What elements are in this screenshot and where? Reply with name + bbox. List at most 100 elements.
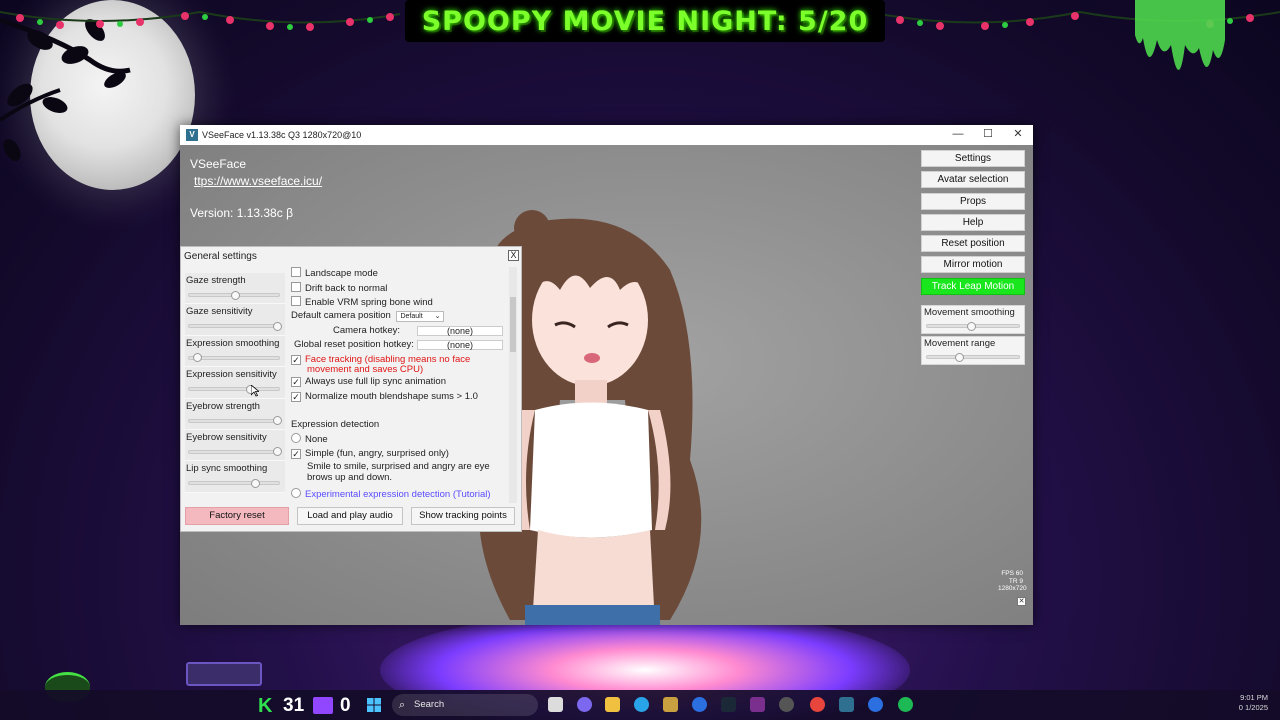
avatar-viewport[interactable]: VSeeFace ttps://www.vseeface.icu/ Versio… (180, 145, 1033, 625)
movement-range-slider[interactable]: Movement range (921, 336, 1025, 366)
close-button[interactable]: ✕ (1003, 125, 1033, 145)
camera-position-select[interactable]: Default ⌄ (396, 311, 445, 322)
camera-hotkey-field[interactable]: (none) (417, 326, 503, 336)
slider-knob[interactable] (272, 416, 282, 426)
general-settings-panel: General settings X Gaze strength Gaze se… (180, 246, 522, 532)
slider-track[interactable] (188, 481, 280, 486)
edge-icon[interactable] (634, 697, 649, 712)
help-button[interactable]: Help (921, 213, 1025, 231)
slider-track[interactable] (188, 387, 280, 392)
option-label: Landscape mode (305, 268, 378, 279)
full-lip-sync-option[interactable]: ✓ Always use full lip sync animation (291, 376, 446, 387)
checkbox[interactable] (291, 267, 301, 277)
props-button[interactable]: Props (921, 192, 1025, 210)
slider-knob[interactable] (250, 478, 260, 488)
event-banner: SPOOPY MOVIE NIGHT: 5/20 (405, 0, 885, 42)
slider-label: Eyebrow strength (186, 400, 260, 412)
expression-smoothing-slider[interactable]: Expression smoothing (185, 335, 285, 368)
clock-date: 0 1/2025 (1238, 703, 1268, 712)
title-bar[interactable]: V VSeeFace v1.13.38c Q3 1280x720@10 — ☐ … (180, 125, 1033, 145)
expression-sensitivity-slider[interactable]: Expression sensitivity (185, 367, 285, 399)
expression-none-option[interactable]: None (291, 433, 328, 445)
radio-button[interactable] (291, 433, 301, 443)
landscape-mode-option[interactable]: Landscape mode (291, 267, 378, 279)
reset-position-button[interactable]: Reset position (921, 235, 1025, 253)
slider-knob[interactable] (231, 290, 241, 300)
checkbox[interactable] (291, 296, 301, 306)
slider-knob[interactable] (272, 321, 282, 331)
vseeface-taskbar-icon[interactable] (839, 697, 854, 712)
fps-readout: FPS 60 (1001, 570, 1023, 577)
slider-track[interactable] (188, 355, 280, 360)
slider-label: Expression sensitivity (186, 369, 277, 381)
steam-icon[interactable] (721, 697, 736, 712)
movement-range-label: Movement range (924, 338, 996, 350)
expression-simple-option[interactable]: ✓ Simple (fun, angry, surprised only) (291, 448, 449, 459)
maximize-button[interactable]: ☐ (973, 125, 1003, 145)
option-label[interactable]: Experimental expression detection (Tutor… (305, 489, 491, 500)
twitch-icon (313, 697, 333, 714)
drift-back-option[interactable]: Drift back to normal (291, 282, 387, 294)
face-tracking-note: movement and saves CPU) (307, 364, 424, 375)
minimize-button[interactable]: — (943, 125, 973, 145)
slider-label: Lip sync smoothing (186, 463, 268, 475)
checkbox[interactable]: ✓ (291, 392, 301, 402)
reset-hotkey-field[interactable]: (none) (417, 340, 503, 350)
gaze-sensitivity-slider[interactable]: Gaze sensitivity (185, 304, 285, 336)
slider-knob[interactable] (966, 321, 976, 331)
avatar-selection-button[interactable]: Avatar selection (921, 171, 1025, 189)
viewer-count: 31 (283, 695, 305, 716)
movement-smoothing-slider[interactable]: Movement smoothing (921, 305, 1025, 335)
app-blue-icon[interactable] (692, 697, 707, 712)
slider-track[interactable] (188, 324, 280, 329)
expression-experimental-option[interactable]: Experimental expression detection (Tutor… (291, 488, 491, 500)
app-icon: V (186, 129, 198, 141)
app-blue2-icon[interactable] (868, 697, 883, 712)
windows-start-icon[interactable] (367, 698, 381, 712)
slider-knob[interactable] (955, 352, 965, 362)
radio-button[interactable] (291, 488, 301, 498)
spotify-icon[interactable] (898, 697, 913, 712)
show-tracking-points-button[interactable]: Show tracking points (411, 507, 515, 525)
scrollbar-thumb[interactable] (510, 297, 516, 352)
slider-track[interactable] (188, 449, 280, 454)
task-view-icon[interactable] (548, 697, 563, 712)
checkmark-icon[interactable]: ✓ (291, 449, 301, 459)
app-gray-icon[interactable] (779, 697, 794, 712)
gaze-strength-slider[interactable]: Gaze strength (185, 273, 285, 305)
slider-track[interactable] (926, 355, 1020, 360)
checkbox[interactable]: ✓ (291, 377, 301, 387)
website-link[interactable]: ttps://www.vseeface.icu/ (194, 174, 322, 188)
movement-smoothing-label: Movement smoothing (924, 307, 1015, 319)
slider-knob[interactable] (192, 353, 202, 363)
window-title: VSeeFace v1.13.38c Q3 1280x720@10 (202, 130, 362, 140)
normalize-mouth-option[interactable]: ✓ Normalize mouth blendshape sums > 1.0 (291, 391, 478, 402)
file-explorer-icon[interactable] (605, 697, 620, 712)
panel-close-button[interactable]: X (508, 250, 519, 261)
chrome-icon[interactable] (810, 697, 825, 712)
search-placeholder: Search (414, 699, 445, 710)
app-w-icon[interactable] (663, 697, 678, 712)
discord-icon[interactable] (577, 697, 592, 712)
checkbox[interactable] (291, 282, 301, 292)
load-audio-button[interactable]: Load and play audio (297, 507, 403, 525)
option-label: Enable VRM spring bone wind (305, 297, 433, 308)
slider-knob[interactable] (272, 447, 282, 457)
eyebrow-sensitivity-slider[interactable]: Eyebrow sensitivity (185, 429, 285, 462)
taskbar-search[interactable]: ⌕ Search (392, 694, 538, 716)
eyebrow-strength-slider[interactable]: Eyebrow strength (185, 398, 285, 430)
settings-button[interactable]: Settings (921, 150, 1025, 167)
clock[interactable]: 9:01 PM 0 1/2025 (1228, 693, 1268, 713)
default-camera-position-row: Default camera position Default ⌄ (291, 310, 445, 322)
app-purple-icon[interactable] (750, 697, 765, 712)
factory-reset-button[interactable]: Factory reset (185, 507, 289, 525)
stats-close-icon[interactable]: ✕ (1017, 597, 1026, 606)
lip-sync-smoothing-slider[interactable]: Lip sync smoothing (185, 461, 285, 493)
expression-simple-desc-1: Smile to smile, surprised and angry are … (307, 461, 490, 472)
checkbox[interactable]: ✓ (291, 355, 301, 365)
mirror-motion-button[interactable]: Mirror motion (921, 256, 1025, 274)
settings-scrollbar[interactable] (509, 267, 517, 503)
track-leap-motion-button[interactable]: Track Leap Motion (921, 277, 1025, 295)
spring-bone-wind-option[interactable]: Enable VRM spring bone wind (291, 296, 433, 308)
slider-track[interactable] (188, 418, 280, 423)
